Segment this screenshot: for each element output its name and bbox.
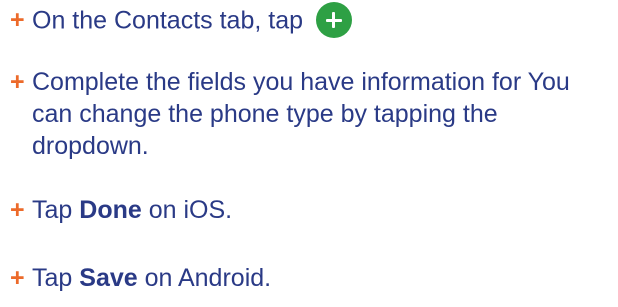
add-contact-icon (315, 2, 352, 38)
step-4-suffix: on Android. (144, 264, 272, 292)
plus-bullet-icon: + (10, 196, 25, 224)
plus-bullet-icon: + (10, 6, 25, 34)
step-3-prefix: Tap (32, 196, 73, 224)
step-3-suffix: on iOS. (148, 196, 233, 224)
step-2-text: Complete the fields you have information… (32, 68, 570, 160)
done-label: Done (79, 196, 142, 224)
step-4-prefix: Tap (32, 264, 73, 292)
plus-bullet-icon: + (10, 68, 25, 96)
save-label: Save (79, 264, 138, 292)
step-1-text: On the Contacts tab, tap (32, 6, 303, 35)
step-1: + On the Contacts tab, tap (10, 2, 602, 40)
step-2: + Complete the fields you have informati… (10, 66, 602, 162)
step-3: + Tap Done on iOS. (10, 194, 602, 226)
plus-bullet-icon: + (10, 264, 25, 292)
step-4: + Tap Save on Android. (10, 262, 602, 294)
